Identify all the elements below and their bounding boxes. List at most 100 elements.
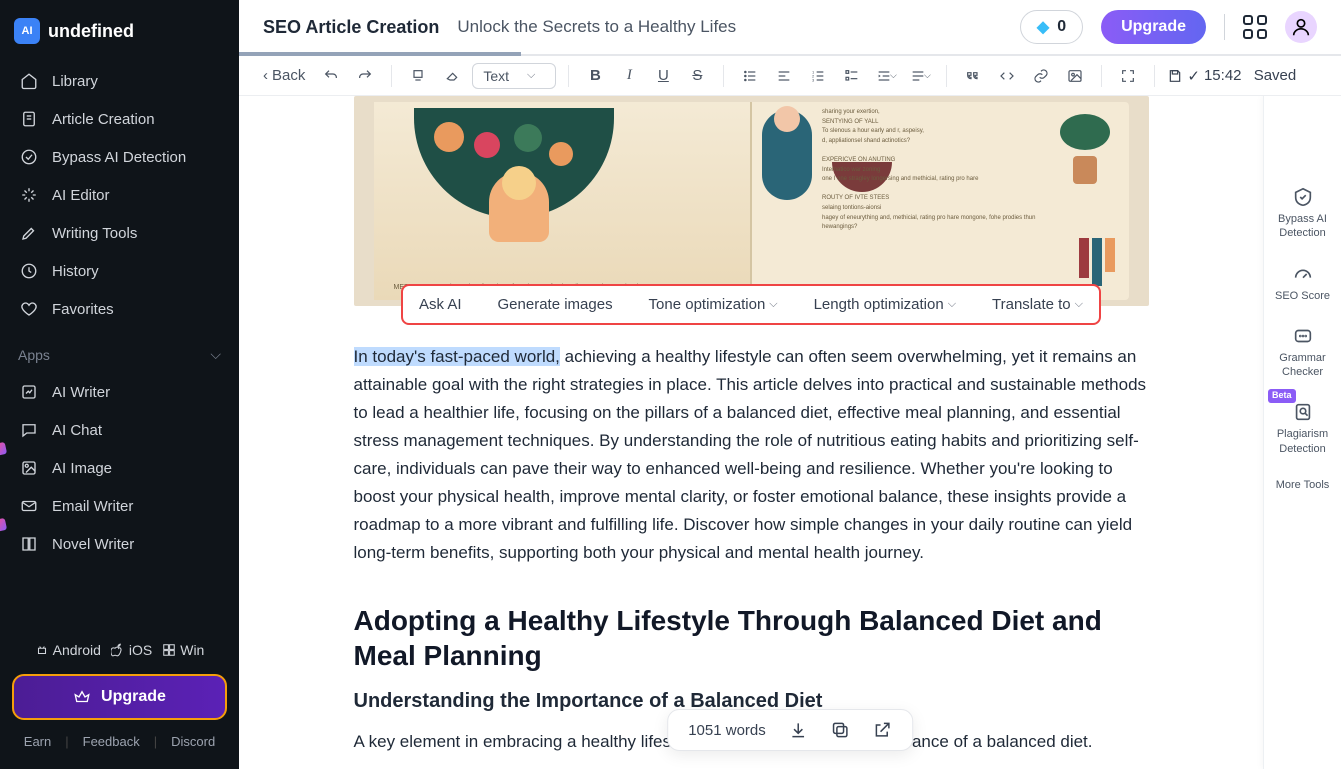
nav-label: Writing Tools bbox=[52, 225, 137, 242]
app-novel-writer[interactable]: Novel Writer bbox=[0, 525, 239, 563]
code-button[interactable] bbox=[993, 62, 1021, 90]
insert-image-button[interactable] bbox=[1061, 62, 1089, 90]
heading-h2[interactable]: Adopting a Healthy Lifestyle Through Bal… bbox=[354, 603, 1149, 673]
block-type-label: Text bbox=[483, 68, 509, 84]
credits-pill[interactable]: ◆0 bbox=[1020, 10, 1083, 44]
copy-button[interactable] bbox=[830, 720, 850, 740]
align-button[interactable] bbox=[770, 62, 798, 90]
home-icon bbox=[20, 72, 38, 90]
app-ai-image[interactable]: AI Image bbox=[0, 449, 239, 487]
translate-button[interactable]: Translate to⌵ bbox=[992, 296, 1083, 313]
nav-bypass[interactable]: Bypass AI Detection bbox=[0, 138, 239, 176]
open-external-button[interactable] bbox=[872, 720, 892, 740]
tool-label: More Tools bbox=[1276, 478, 1330, 492]
tool-label: SEO Score bbox=[1275, 289, 1330, 303]
platforms: Android iOS Win bbox=[0, 632, 239, 668]
apps-header[interactable]: Apps⌵ bbox=[0, 336, 239, 373]
svg-text:3: 3 bbox=[812, 77, 815, 82]
tool-grammar[interactable]: Grammar Checker bbox=[1264, 325, 1341, 380]
nav-label: History bbox=[52, 263, 99, 280]
checklist-button[interactable] bbox=[838, 62, 866, 90]
link-discord[interactable]: Discord bbox=[171, 734, 215, 749]
erase-button[interactable] bbox=[438, 62, 466, 90]
breadcrumb-root[interactable]: SEO Article Creation bbox=[263, 17, 439, 38]
bold-button[interactable]: B bbox=[581, 62, 609, 90]
nav-library[interactable]: Library bbox=[0, 62, 239, 100]
strike-button[interactable]: S bbox=[683, 62, 711, 90]
chevron-down-icon: ⌵ bbox=[769, 298, 777, 311]
saved-label: Saved bbox=[1254, 67, 1297, 84]
nav-writing-tools[interactable]: Writing Tools bbox=[0, 214, 239, 252]
app-label: AI Writer bbox=[52, 384, 110, 401]
app-ai-chat[interactable]: AI Chat bbox=[0, 411, 239, 449]
nav-ai-editor[interactable]: AI Editor bbox=[0, 176, 239, 214]
link-earn[interactable]: Earn bbox=[24, 734, 51, 749]
nav-label: Bypass AI Detection bbox=[52, 149, 186, 166]
undo-button[interactable] bbox=[317, 62, 345, 90]
paragraph-text: achieving a healthy lifestyle can often … bbox=[354, 347, 1147, 562]
tool-plagiarism[interactable]: BetaPlagiarism Detection bbox=[1264, 401, 1341, 456]
app-label: Email Writer bbox=[52, 498, 133, 515]
mail-icon bbox=[20, 497, 38, 515]
app-ai-writer[interactable]: AI Writer bbox=[0, 373, 239, 411]
apps-grid-icon[interactable] bbox=[1243, 15, 1267, 39]
underline-button[interactable]: U bbox=[649, 62, 677, 90]
quote-button[interactable] bbox=[959, 62, 987, 90]
download-button[interactable] bbox=[788, 720, 808, 740]
app-label: AI Chat bbox=[52, 422, 102, 439]
nav-favorites[interactable]: Favorites bbox=[0, 290, 239, 328]
italic-button[interactable]: I bbox=[615, 62, 643, 90]
length-optimization-button[interactable]: Length optimization⌵ bbox=[814, 296, 956, 313]
chat-icon bbox=[20, 421, 38, 439]
tool-more[interactable]: More Tools bbox=[1272, 478, 1334, 492]
platform-ios[interactable]: iOS bbox=[111, 642, 152, 658]
platform-win[interactable]: Win bbox=[162, 642, 204, 658]
align-menu-button[interactable]: ⌵ bbox=[906, 62, 934, 90]
platform-android[interactable]: Android bbox=[35, 642, 101, 658]
tone-optimization-button[interactable]: Tone optimization⌵ bbox=[649, 296, 778, 313]
fullscreen-button[interactable] bbox=[1114, 62, 1142, 90]
platform-label: Android bbox=[53, 642, 101, 658]
link-button[interactable] bbox=[1027, 62, 1055, 90]
check-shield-icon bbox=[20, 148, 38, 166]
nav-label: Article Creation bbox=[52, 111, 155, 128]
progress-indicator bbox=[239, 52, 521, 56]
ask-ai-button[interactable]: Ask AI bbox=[419, 296, 462, 313]
generate-images-button[interactable]: Generate images bbox=[498, 296, 613, 313]
upgrade-top-button[interactable]: Upgrade bbox=[1101, 10, 1206, 44]
back-label: Back bbox=[272, 67, 305, 84]
footer-links: Earn| Feedback| Discord bbox=[0, 726, 239, 757]
editor-toolbar: ‹Back Text B I U S 123 ⌵ ⌵ ✓ 15:42 Saved bbox=[239, 56, 1341, 96]
right-tools-panel: Bypass AI Detection SEO Score Grammar Ch… bbox=[1263, 96, 1341, 769]
upgrade-button[interactable]: Upgrade bbox=[12, 674, 227, 720]
app-email-writer[interactable]: Email Writer bbox=[0, 487, 239, 525]
editor-scroll[interactable]: MEDITATION Balance is a function of not … bbox=[239, 96, 1263, 769]
apps-label: Apps bbox=[18, 347, 50, 363]
nav-label: Favorites bbox=[52, 301, 114, 318]
tool-label: Grammar Checker bbox=[1268, 351, 1337, 380]
tool-label: Bypass AI Detection bbox=[1268, 212, 1337, 241]
redo-button[interactable] bbox=[351, 62, 379, 90]
topbar: SEO Article Creation Unlock the Secrets … bbox=[239, 0, 1341, 56]
save-icon bbox=[1167, 68, 1183, 84]
avatar[interactable] bbox=[1285, 11, 1317, 43]
beta-badge: Beta bbox=[1268, 389, 1296, 403]
list-ol-button[interactable]: 123 bbox=[804, 62, 832, 90]
status-floatbar: 1051 words bbox=[667, 709, 913, 751]
paragraph[interactable]: In today's fast-paced world, achieving a… bbox=[354, 343, 1149, 567]
back-button[interactable]: ‹Back bbox=[257, 67, 311, 84]
block-type-select[interactable]: Text bbox=[472, 63, 556, 89]
list-ul-button[interactable] bbox=[736, 62, 764, 90]
tool-bypass-ai[interactable]: Bypass AI Detection bbox=[1264, 186, 1341, 241]
nav-history[interactable]: History bbox=[0, 252, 239, 290]
check-icon: ✓ bbox=[1187, 67, 1200, 85]
link-feedback[interactable]: Feedback bbox=[83, 734, 140, 749]
article-body[interactable]: In today's fast-paced world, achieving a… bbox=[354, 343, 1149, 756]
diamond-icon: ◆ bbox=[1037, 17, 1049, 37]
nav-article-creation[interactable]: Article Creation bbox=[0, 100, 239, 138]
sidebar: AI undefined Library Article Creation By… bbox=[0, 0, 239, 769]
tool-seo-score[interactable]: SEO Score bbox=[1271, 263, 1334, 303]
highlight-button[interactable] bbox=[404, 62, 432, 90]
logo[interactable]: AI undefined bbox=[0, 12, 239, 62]
indent-button[interactable]: ⌵ bbox=[872, 62, 900, 90]
